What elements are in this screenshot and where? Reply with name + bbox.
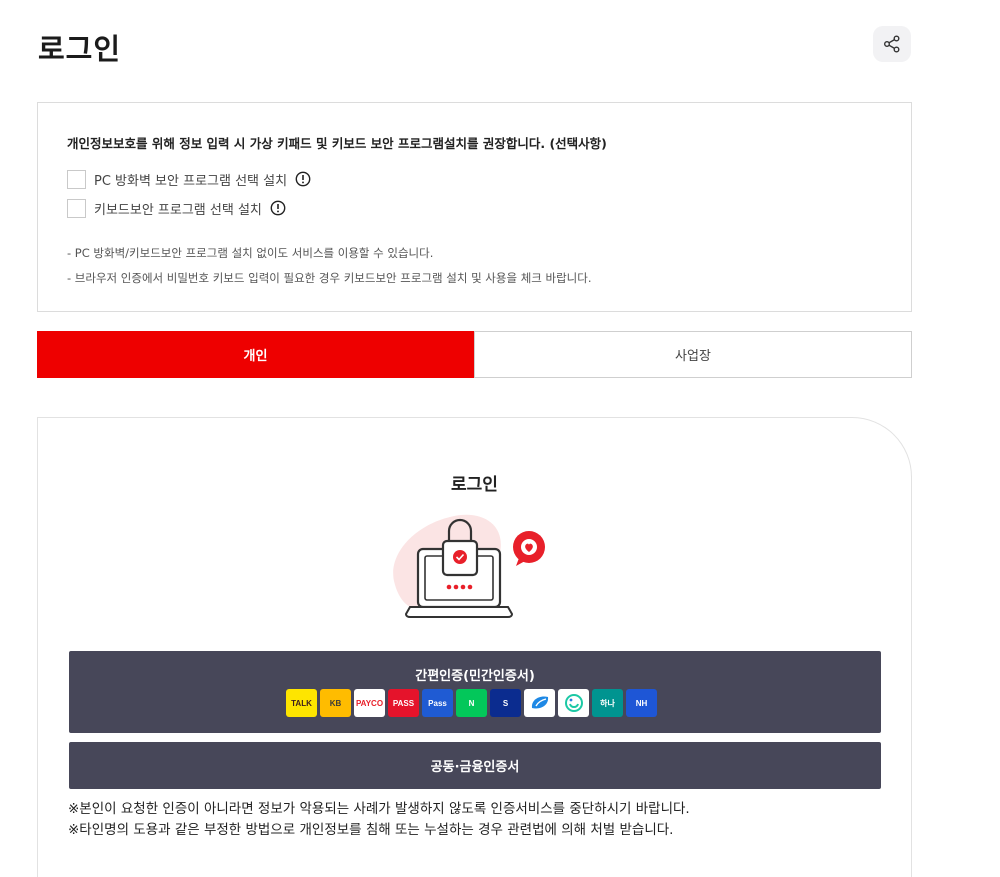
provider-icon: N — [456, 689, 487, 717]
share-icon — [884, 35, 900, 53]
laptop-lock-illustration-icon — [393, 514, 545, 618]
share-button[interactable] — [873, 26, 911, 62]
tab-personal[interactable]: 개인 — [37, 331, 474, 378]
keyboard-security-option-label[interactable]: 키보드보안 프로그램 선택 설치 — [94, 199, 262, 218]
provider-icon: S — [490, 689, 521, 717]
provider-icon: KB — [320, 689, 351, 717]
login-card: 로그인 간편인증(민간인증서) TALK KB PAYCO PASS Pass N S 하나 N… — [37, 417, 912, 877]
keyboard-security-option-row: 키보드보안 프로그램 선택 설치 — [67, 198, 286, 218]
firewall-checkbox[interactable] — [67, 169, 86, 189]
certificate-login-button[interactable]: 공동·금융인증서 — [69, 742, 881, 789]
firewall-option-row: PC 방화벽 보안 프로그램 선택 설치 — [67, 169, 311, 189]
info-icon[interactable] — [270, 200, 286, 216]
provider-icon — [524, 689, 555, 717]
tab-business[interactable]: 사업장 — [474, 331, 912, 378]
provider-icon: Pass — [422, 689, 453, 717]
provider-icon: PASS — [388, 689, 419, 717]
info-icon[interactable] — [295, 171, 311, 187]
provider-icon: PAYCO — [354, 689, 385, 717]
provider-icons: TALK KB PAYCO PASS Pass N S 하나 NH — [286, 689, 657, 717]
keyboard-security-checkbox[interactable] — [67, 198, 86, 218]
warning-text: ※타인명의 도용과 같은 부정한 방법으로 개인정보를 침해 또는 누설하는 경… — [68, 822, 674, 838]
warning-text: ※본인이 요청한 인증이 아니라면 정보가 악용되는 사례가 발생하지 않도록 … — [68, 801, 690, 817]
page-title: 로그인 — [38, 32, 122, 66]
provider-icon: 하나 — [592, 689, 623, 717]
notice-line: - 브라우저 인증에서 비밀번호 키보드 입력이 필요한 경우 키보드보안 프로… — [67, 271, 592, 285]
provider-icon — [558, 689, 589, 717]
provider-icon: NH — [626, 689, 657, 717]
notice-line: - PC 방화벽/키보드보안 프로그램 설치 없이도 서비스를 이용할 수 있습… — [67, 246, 434, 260]
login-card-title: 로그인 — [451, 475, 498, 495]
security-notice-box: 개인정보보호를 위해 정보 입력 시 가상 키패드 및 키보드 보안 프로그램설… — [37, 102, 912, 312]
provider-icon: TALK — [286, 689, 317, 717]
simple-auth-button[interactable]: 간편인증(민간인증서) TALK KB PAYCO PASS Pass N S 하나 NH — [69, 651, 881, 733]
simple-auth-label: 간편인증(민간인증서) — [415, 669, 535, 684]
firewall-option-label[interactable]: PC 방화벽 보안 프로그램 선택 설치 — [94, 170, 287, 189]
security-notice-title: 개인정보보호를 위해 정보 입력 시 가상 키패드 및 키보드 보안 프로그램설… — [67, 136, 607, 151]
